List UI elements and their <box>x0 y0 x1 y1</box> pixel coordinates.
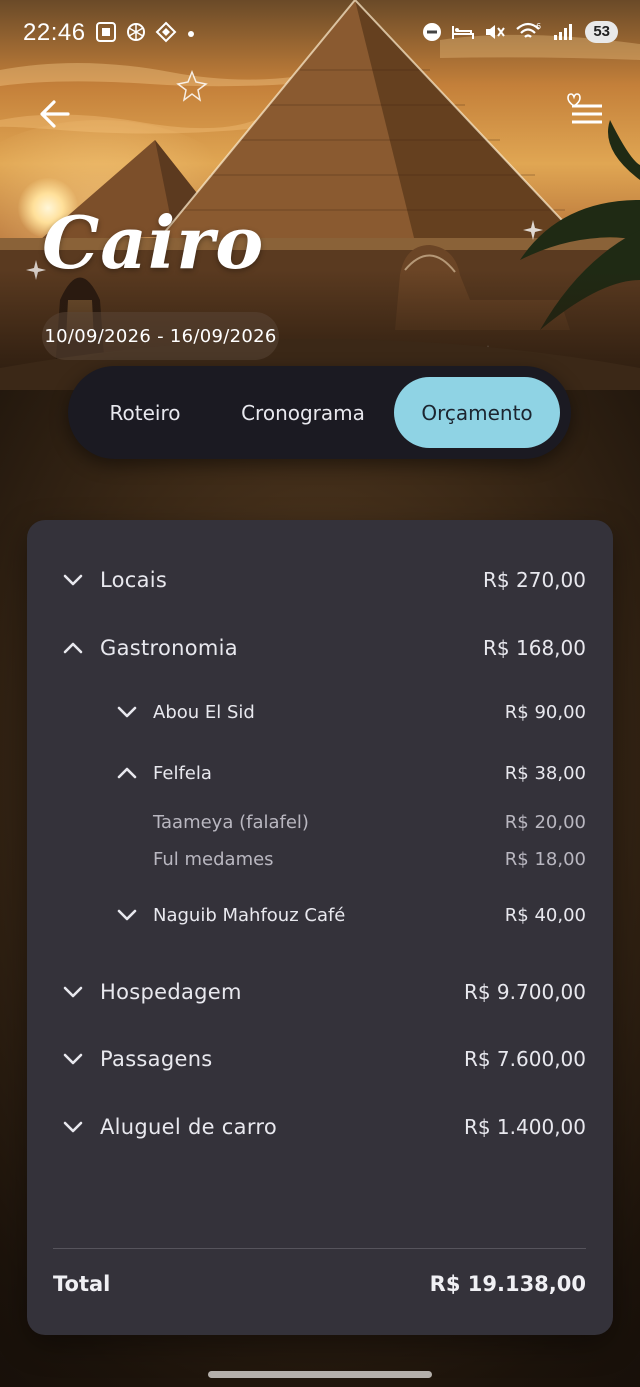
home-indicator[interactable] <box>208 1371 432 1378</box>
svg-text:6: 6 <box>536 22 541 31</box>
status-bar: 22:46 6 53 <box>0 0 640 66</box>
chevron-down-icon <box>63 1053 83 1065</box>
restaurant-label: Abou El Sid <box>153 701 255 723</box>
category-amount: R$ 168,00 <box>483 636 586 660</box>
category-label: Aluguel de carro <box>100 1115 278 1139</box>
item-label: Taameya (falafel) <box>153 811 309 833</box>
chevron-up-icon <box>63 642 83 654</box>
item-amount: R$ 18,00 <box>504 848 586 870</box>
signal-icon <box>554 24 573 40</box>
restaurant-amount: R$ 40,00 <box>504 904 586 926</box>
category-label: Hospedagem <box>100 980 242 1004</box>
chevron-down-icon <box>117 706 137 718</box>
tab-orcamento[interactable]: Orçamento <box>394 377 560 448</box>
category-amount: R$ 1.400,00 <box>463 1115 586 1139</box>
category-locais[interactable]: Locais R$ 270,00 <box>61 560 586 600</box>
chevron-down-icon <box>63 574 83 586</box>
item-amount: R$ 20,00 <box>504 811 586 833</box>
restaurant-amount: R$ 90,00 <box>504 701 586 723</box>
date-range-chip: 10/09/2026 - 16/09/2026 <box>42 312 279 360</box>
arrow-left-icon <box>40 100 70 128</box>
chevron-down-icon <box>117 909 137 921</box>
tab-bar: Roteiro Cronograma Orçamento <box>68 366 571 459</box>
restaurant-amount: R$ 38,00 <box>504 762 586 784</box>
restaurant-label: Felfela <box>153 762 212 784</box>
chevron-down-icon <box>63 1121 83 1133</box>
chevron-up-icon <box>117 767 137 779</box>
category-amount: R$ 270,00 <box>483 568 586 592</box>
do-not-disturb-icon <box>423 23 442 41</box>
bed-icon <box>452 26 475 39</box>
openai-icon <box>127 23 145 41</box>
category-hospedagem[interactable]: Hospedagem R$ 9.700,00 <box>61 972 586 1012</box>
city-title: Cairo <box>42 200 265 285</box>
total-amount: R$ 19.138,00 <box>429 1272 586 1296</box>
restaurant-naguib-mahfouz-cafe[interactable]: Naguib Mahfouz Café R$ 40,00 <box>115 897 586 933</box>
gemini-icon <box>155 21 177 43</box>
list-item: Ful medames R$ 18,00 <box>153 844 586 874</box>
category-label: Gastronomia <box>100 636 238 660</box>
mute-icon <box>486 25 506 39</box>
category-aluguel-de-carro[interactable]: Aluguel de carro R$ 1.400,00 <box>61 1107 586 1147</box>
list-item: Taameya (falafel) R$ 20,00 <box>153 807 586 837</box>
tab-cronograma[interactable]: Cronograma <box>228 377 378 448</box>
category-amount: R$ 9.700,00 <box>463 980 586 1004</box>
total-label: Total <box>53 1272 111 1296</box>
category-passagens[interactable]: Passagens R$ 7.600,00 <box>61 1039 586 1079</box>
restaurant-label: Naguib Mahfouz Café <box>153 904 346 926</box>
category-gastronomia[interactable]: Gastronomia R$ 168,00 <box>61 628 586 668</box>
heart-menu-icon <box>567 93 602 124</box>
chevron-down-icon <box>63 986 83 998</box>
wifi-icon: 6 <box>516 22 541 38</box>
tab-roteiro[interactable]: Roteiro <box>90 377 200 448</box>
back-button[interactable] <box>36 94 76 134</box>
budget-card: Locais R$ 270,00 Gastronomia R$ 168,00 A… <box>27 520 613 1335</box>
restaurant-felfela[interactable]: Felfela R$ 38,00 <box>115 755 586 791</box>
screenshot-icon <box>96 22 116 42</box>
menu-button[interactable] <box>560 92 606 132</box>
status-time: 22:46 <box>23 19 86 46</box>
restaurant-abou-el-sid[interactable]: Abou El Sid R$ 90,00 <box>115 694 586 730</box>
category-amount: R$ 7.600,00 <box>463 1047 586 1071</box>
dot-icon <box>188 31 194 37</box>
category-label: Passagens <box>100 1047 213 1071</box>
item-label: Ful medames <box>153 848 274 870</box>
battery-icon: 53 <box>585 21 618 43</box>
divider <box>53 1248 586 1249</box>
category-label: Locais <box>100 568 168 592</box>
